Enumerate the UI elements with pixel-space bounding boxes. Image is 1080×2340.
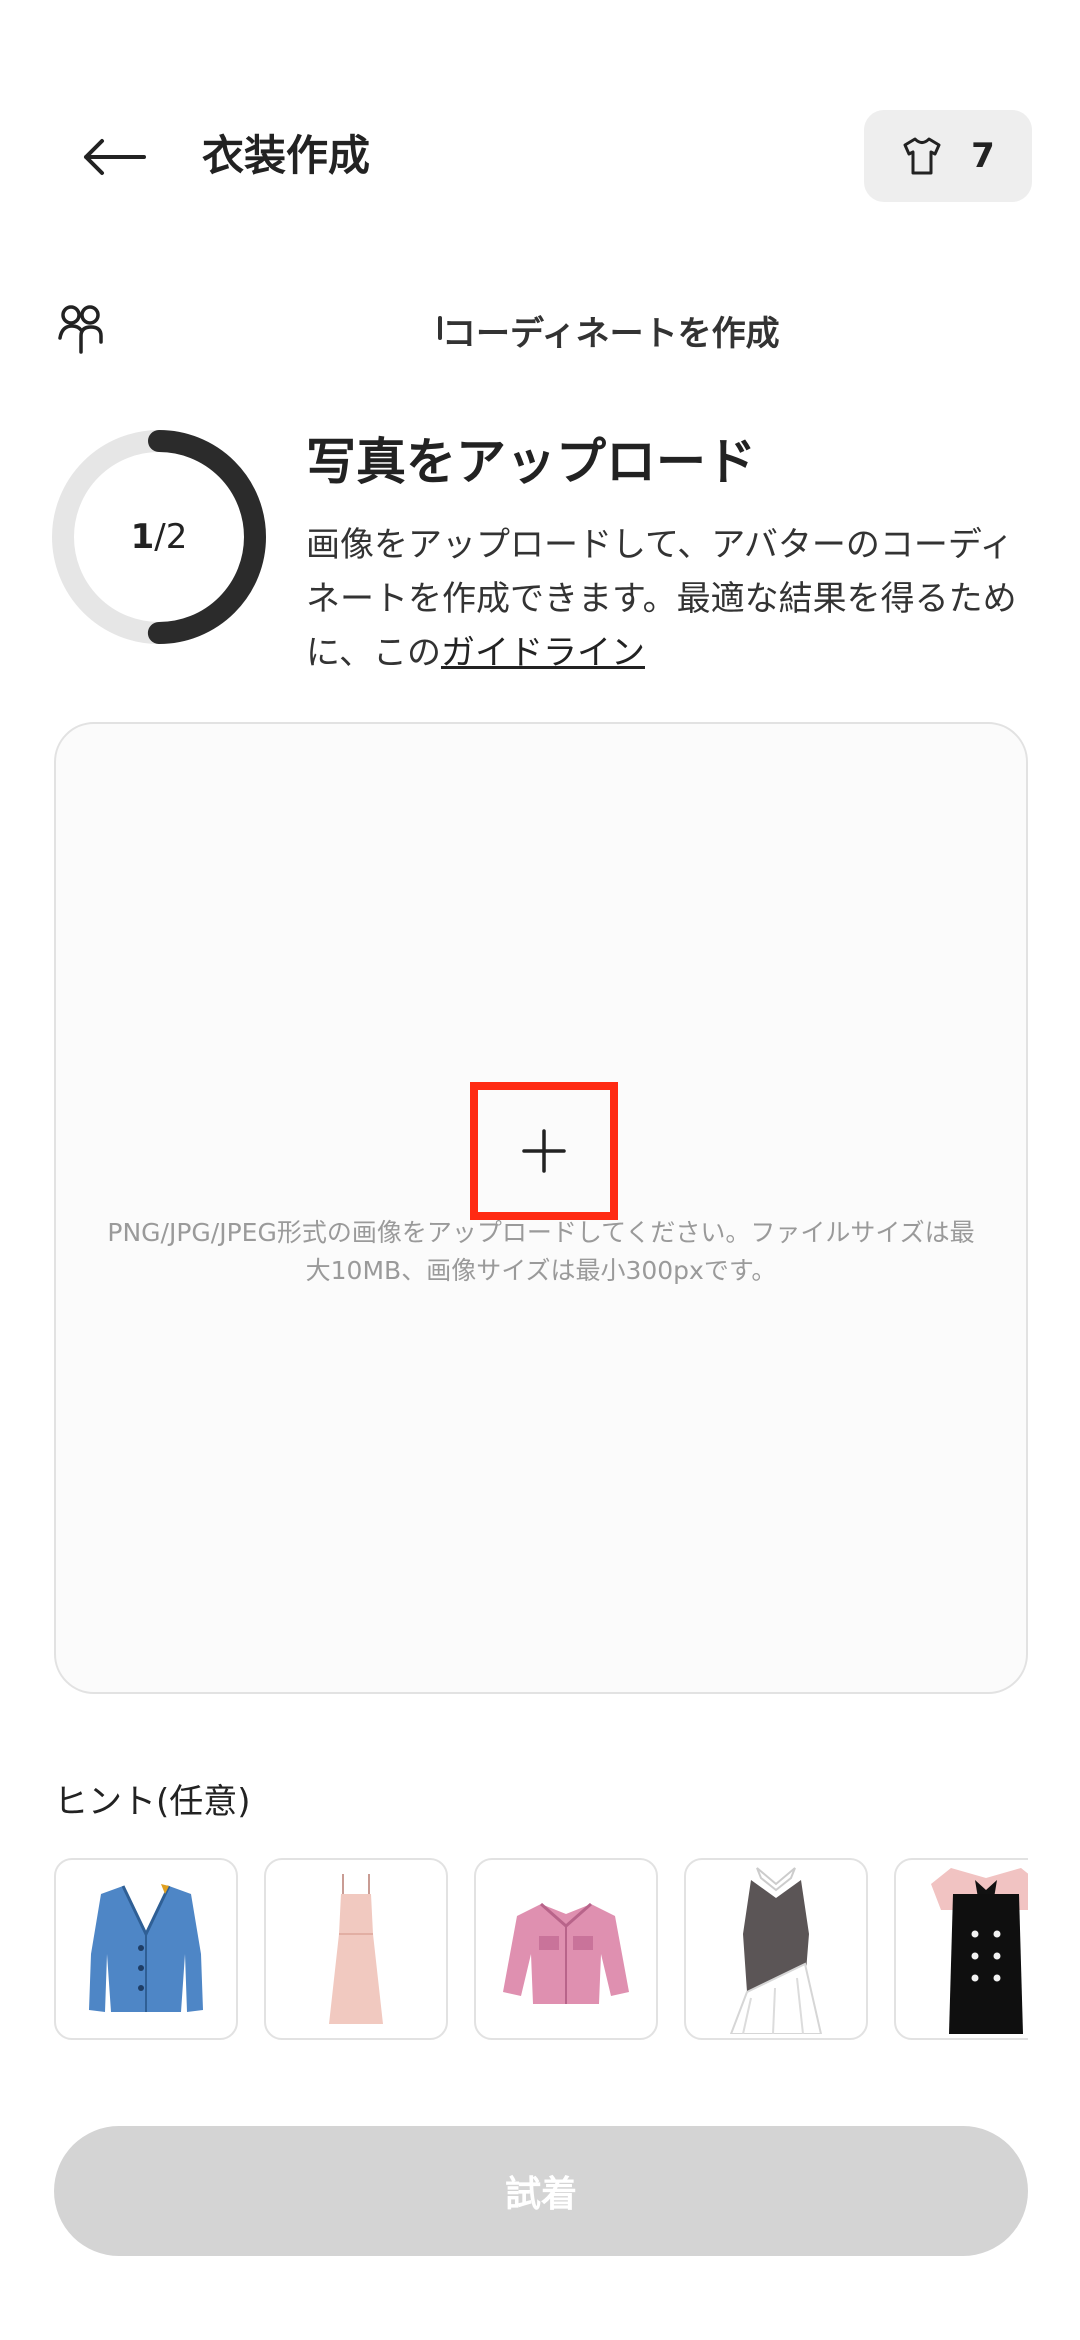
guideline-link[interactable]: ガイドライン xyxy=(441,633,645,673)
plus-icon xyxy=(522,1129,566,1173)
hint-item-grey-white-dress[interactable] xyxy=(684,1858,868,2040)
upload-requirements: PNG/JPG/JPEG形式の画像をアップロードしてください。ファイルサイズは最… xyxy=(107,1218,975,1285)
step-title: 写真をアップロード xyxy=(306,433,756,491)
credits-count: 7 xyxy=(971,136,995,176)
add-photo-button[interactable] xyxy=(470,1082,618,1220)
progress-total: 2 xyxy=(165,517,188,557)
page: 衣装作成 7 コーディネートを作成 1 / 2 写真をアップロード 画像をアップ… xyxy=(0,0,1080,2340)
hint-carousel[interactable] xyxy=(54,1858,1028,2040)
pink-jacket-image xyxy=(503,1902,629,2004)
try-on-button[interactable]: 試着 xyxy=(54,2126,1028,2256)
hint-item-blue-cardigan[interactable] xyxy=(54,1858,238,2040)
progress-separator: / xyxy=(154,517,166,557)
progress-label: 1 / 2 xyxy=(52,430,266,644)
back-button[interactable] xyxy=(78,122,150,192)
black-dress-image xyxy=(931,1868,1028,2034)
progress-current: 1 xyxy=(130,517,155,557)
hint-item-pink-slip-dress[interactable] xyxy=(264,1858,448,2040)
mode-row: コーディネートを作成 xyxy=(0,290,1080,370)
back-arrow-icon xyxy=(84,139,146,175)
hint-item-pink-denim-jacket[interactable] xyxy=(474,1858,658,2040)
top-bar: 衣装作成 7 xyxy=(0,0,1080,210)
tshirt-icon xyxy=(903,137,941,175)
hint-item-black-pinafore-dress[interactable] xyxy=(894,1858,1028,2040)
hints-label: ヒント(任意) xyxy=(54,1782,251,1822)
page-title: 衣装作成 xyxy=(202,131,371,180)
step-description: 画像をアップロードして、アバターのコーディネートを作成できます。最適な結果を得る… xyxy=(306,518,1036,680)
outfit-credits-button[interactable]: 7 xyxy=(864,110,1032,202)
mode-label: コーディネートを作成 xyxy=(442,314,780,354)
blue-cardigan-image xyxy=(89,1884,203,2012)
grey-dress-image xyxy=(729,1867,823,2034)
people-group-icon[interactable] xyxy=(54,300,110,356)
pink-dress-image xyxy=(329,1874,383,2024)
step-description-text: 画像をアップロードして、アバターのコーディネートを作成できます。最適な結果を得る… xyxy=(306,525,1017,673)
